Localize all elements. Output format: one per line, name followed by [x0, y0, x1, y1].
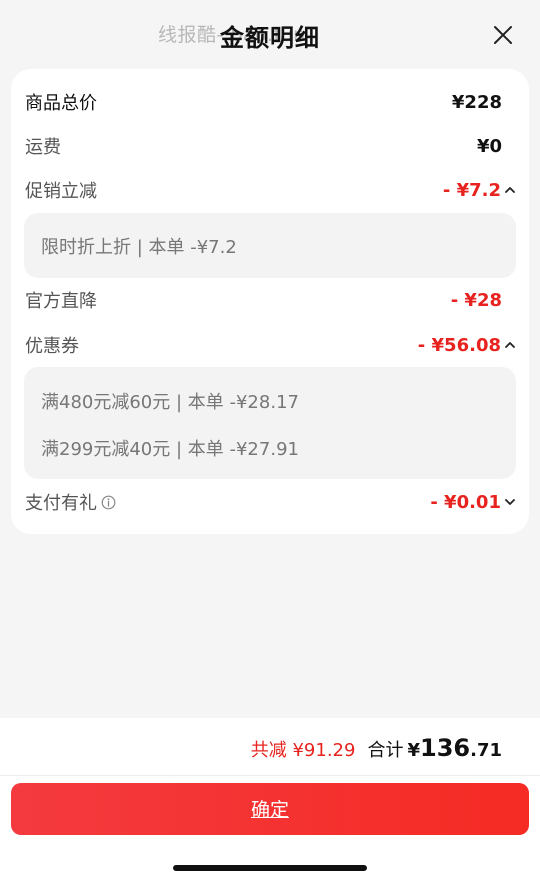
- row-pay-gift[interactable]: 支付有礼 - ¥0.01: [25, 487, 517, 517]
- promo-label: 促销立减: [25, 181, 97, 202]
- pay-gift-value: - ¥0.01: [430, 491, 501, 513]
- total-integer: 136: [420, 734, 471, 762]
- pay-gift-label: 支付有礼: [25, 493, 97, 514]
- total-price-value: ¥228: [451, 91, 502, 113]
- shipping-label: 运费: [25, 137, 61, 158]
- coupon-detail-box: 满480元减60元 | 本单 -¥28.17 满299元减40元 | 本单 -¥…: [24, 367, 516, 479]
- close-icon: [494, 26, 512, 44]
- amount-detail-sheet: 线报酷- bao.fun 金额明细 商品总价 ¥228 运费 ¥0 促销立减 -…: [0, 0, 540, 882]
- coupon-toggle[interactable]: [503, 338, 517, 352]
- chevron-down-icon: [505, 499, 515, 505]
- official-discount-value: - ¥28: [450, 289, 502, 311]
- coupon-detail-line: 满480元减60元 | 本单 -¥28.17: [41, 392, 299, 413]
- home-indicator: [173, 865, 367, 871]
- coupon-detail-line: 满299元减40元 | 本单 -¥27.91: [41, 439, 299, 460]
- saved-amount: 共减 ¥91.29: [250, 740, 356, 761]
- checkout-bar: 共减 ¥91.29 合计 ¥ 136 .71 确定: [0, 718, 540, 882]
- price-breakdown-card: 商品总价 ¥228 运费 ¥0 促销立减 - ¥7.2 限时折上折 | 本单 -…: [11, 69, 529, 534]
- coupon-value: - ¥56.08: [417, 334, 501, 356]
- total-price-label: 商品总价: [25, 93, 97, 114]
- total-currency: ¥: [407, 740, 420, 761]
- total-label: 合计: [367, 740, 404, 761]
- coupon-label: 优惠券: [25, 336, 79, 357]
- promo-value: - ¥7.2: [442, 179, 501, 201]
- row-total-price: 商品总价 ¥228: [25, 87, 502, 117]
- divider: [0, 775, 540, 776]
- row-promo[interactable]: 促销立减 - ¥7.2: [25, 175, 517, 205]
- info-icon[interactable]: [101, 495, 116, 510]
- row-official-discount: 官方直降 - ¥28: [25, 285, 502, 315]
- official-discount-label: 官方直降: [25, 291, 97, 312]
- background-peek-text: [70, 0, 370, 4]
- pay-gift-toggle[interactable]: [503, 495, 517, 509]
- row-shipping: 运费 ¥0: [25, 131, 502, 161]
- row-coupon[interactable]: 优惠券 - ¥56.08: [25, 330, 517, 360]
- sheet-header: 线报酷- bao.fun 金额明细: [0, 0, 540, 68]
- total-decimal: .71: [470, 740, 502, 761]
- chevron-up-icon: [505, 342, 515, 348]
- shipping-value: ¥0: [476, 135, 502, 157]
- promo-detail-box: 限时折上折 | 本单 -¥7.2: [24, 213, 516, 278]
- total-summary: 共减 ¥91.29 合计 ¥ 136 .71: [251, 734, 502, 762]
- confirm-button[interactable]: 确定: [11, 783, 529, 835]
- chevron-up-icon: [505, 187, 515, 193]
- promo-detail-line: 限时折上折 | 本单 -¥7.2: [41, 237, 237, 258]
- close-button[interactable]: [492, 24, 514, 46]
- promo-toggle[interactable]: [503, 183, 517, 197]
- sheet-title: 金额明细: [220, 24, 320, 52]
